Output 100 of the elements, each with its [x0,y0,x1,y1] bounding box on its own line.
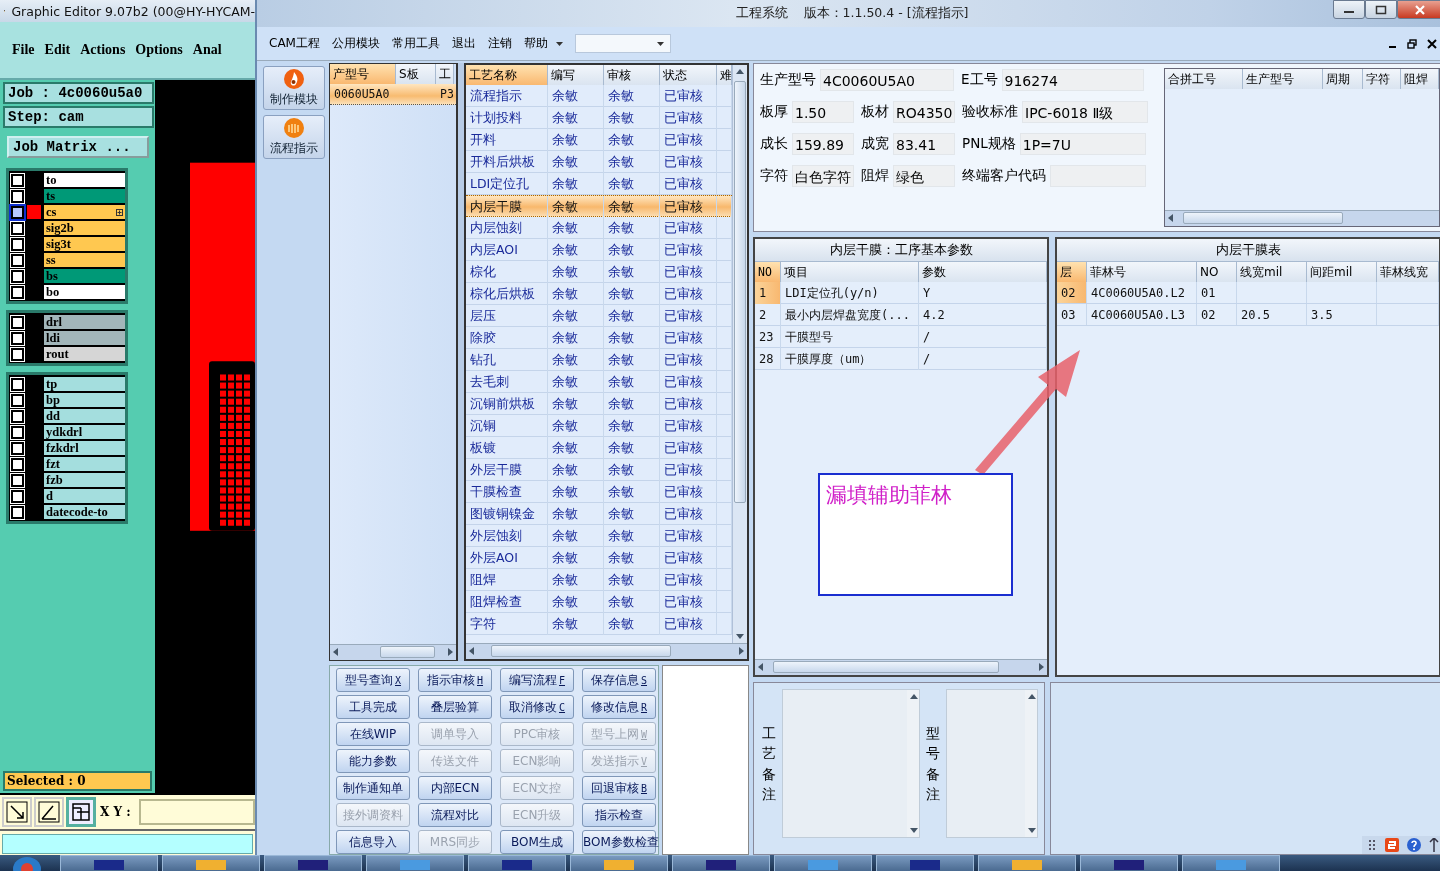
text-field[interactable]: 白色字符 [792,165,854,187]
layer-name[interactable]: ss [44,253,125,267]
column-header[interactable]: S板 [396,64,436,84]
taskbar-button[interactable] [570,855,668,871]
action-button[interactable]: 叠层验算 [418,695,492,719]
table-row[interactable]: 流程指示 余敏 余敏 已审核 [466,85,732,107]
text-field[interactable]: 159.89 [792,133,854,155]
menu-item[interactable]: 注销 [487,35,512,52]
remark-field[interactable] [946,689,1038,838]
coordinate-field[interactable] [138,799,255,825]
column-header[interactable]: 线宽mil [1237,262,1307,282]
table-row[interactable]: 干膜检查 余敏 余敏 已审核 [466,481,732,503]
table-row[interactable]: 02 4C0060U5A0.L2 01 [1057,282,1439,304]
dropdown-field[interactable] [574,34,671,53]
action-button[interactable]: 编写流程 F [500,668,574,692]
layer-name[interactable]: rout [44,347,125,361]
table-row[interactable]: 板镀 余敏 余敏 已审核 [466,437,732,459]
table-row[interactable]: 外层干膜 余敏 余敏 已审核 [466,459,732,481]
text-field[interactable]: 1P=7U [1019,133,1146,155]
table-row[interactable]: 0060U5A0 P3 [330,84,456,105]
remark-field[interactable] [782,689,920,838]
layer-name[interactable]: datecode-to [44,505,125,519]
action-button[interactable]: 制作通知单 [336,776,410,800]
text-field[interactable]: RO4350 [893,101,955,123]
column-header[interactable]: 菲林线宽 [1377,262,1439,282]
table-row[interactable]: 内层蚀刻 余敏 余敏 已审核 [466,217,732,239]
horizontal-scrollbar[interactable] [1165,210,1439,226]
table-row[interactable]: 1 LDI定位孔(y/n) Y [755,282,1047,304]
minimize-button[interactable] [1333,0,1365,19]
menu-item[interactable]: Anal [192,42,222,58]
taskbar-button[interactable] [978,855,1076,871]
layer-name[interactable]: dd [44,409,125,423]
layer-checkbox[interactable] [11,473,24,487]
layer-checkbox[interactable] [11,457,24,471]
text-field[interactable]: IPC-6018 Ⅱ级 [1022,101,1148,123]
table-row[interactable]: 开料 余敏 余敏 已审核 [466,129,732,151]
column-header[interactable]: 产型号 [330,64,396,84]
column-header[interactable]: 阻焊 [1401,69,1439,89]
horizontal-scrollbar[interactable] [466,643,747,659]
menu-item[interactable]: 退出 [451,35,476,52]
column-header[interactable]: NO [755,262,781,282]
layer-checkbox[interactable] [11,505,24,519]
layer-checkbox[interactable] [11,189,24,203]
column-header[interactable]: 周期 [1323,69,1363,89]
layer-checkbox[interactable] [11,237,24,251]
layer-name[interactable]: bo [44,285,125,299]
table-row[interactable]: 阻焊 余敏 余敏 已审核 [466,569,732,591]
zoom-fit-button[interactable] [2,797,32,827]
layer-name[interactable]: cs [44,205,125,219]
action-button[interactable]: 能力参数 [336,749,410,773]
layer-checkbox[interactable] [11,441,24,455]
menu-item[interactable]: File [12,42,35,58]
menu-item[interactable]: Actions [80,42,126,58]
layer-checkbox[interactable] [11,331,24,345]
job-matrix-button[interactable]: Job Matrix ... [7,136,149,158]
layer-checkbox[interactable] [11,285,24,299]
text-field[interactable]: 83.41 [893,133,955,155]
action-button[interactable]: 取消修改 C [500,695,574,719]
action-button[interactable]: 内部ECN [418,776,492,800]
action-button[interactable]: 工具完成 [336,695,410,719]
table-row[interactable]: 图镀铜镍金 余敏 余敏 已审核 [466,503,732,525]
table-row[interactable]: 去毛刺 余敏 余敏 已审核 [466,371,732,393]
horizontal-scrollbar[interactable] [755,659,1047,675]
layer-checkbox[interactable] [11,425,24,439]
column-header[interactable]: NO [1197,262,1237,282]
layer-name[interactable]: ldi [44,331,125,345]
column-header[interactable]: 难 [717,65,732,85]
table-row[interactable]: 计划投料 余敏 余敏 已审核 [466,107,732,129]
layer-name[interactable]: ts [44,189,125,203]
taskbar-button[interactable] [60,855,158,871]
table-row[interactable]: 层压 余敏 余敏 已审核 [466,305,732,327]
action-button[interactable]: 在线WIP [336,722,410,746]
column-header[interactable]: 参数 [919,262,1047,282]
taskbar-button[interactable] [468,855,566,871]
table-row[interactable]: 内层干膜 余敏 余敏 已审核 [466,195,732,217]
nav-button[interactable]: 流程指示 [263,115,325,159]
column-header[interactable]: 层 [1057,262,1087,282]
column-header[interactable]: 间距mil [1307,262,1377,282]
column-header[interactable]: 工艺名称 [466,65,548,85]
action-button[interactable]: 回退审核 B [582,776,656,800]
layer-checkbox[interactable] [11,409,24,423]
column-header[interactable]: 字符 [1363,69,1401,89]
layer-name[interactable]: sig3t [44,237,125,251]
column-header[interactable]: 工 [436,64,454,84]
column-header[interactable]: 编写 [548,65,604,85]
table-row[interactable]: 棕化后烘板 余敏 余敏 已审核 [466,283,732,305]
column-header[interactable]: 生产型号 [1243,69,1323,89]
horizontal-scrollbar[interactable] [330,644,456,660]
layer-name[interactable]: fzkdrl [44,441,125,455]
layer-name[interactable]: ydkdrl [44,425,125,439]
table-row[interactable]: 28 干膜厚度（um） / [755,348,1047,370]
table-row[interactable]: 2 最小内层焊盘宽度(... 4.2 [755,304,1047,326]
menu-item[interactable]: Options [135,42,183,58]
layer-checkbox[interactable] [11,173,24,187]
action-button[interactable]: BOM生成 [500,830,574,854]
layer-name[interactable]: fzt [44,457,125,471]
layer-name[interactable]: bs [44,269,125,283]
layer-checkbox[interactable] [11,205,24,219]
layer-name[interactable]: d [44,489,125,503]
restore-icon[interactable] [1407,38,1417,49]
